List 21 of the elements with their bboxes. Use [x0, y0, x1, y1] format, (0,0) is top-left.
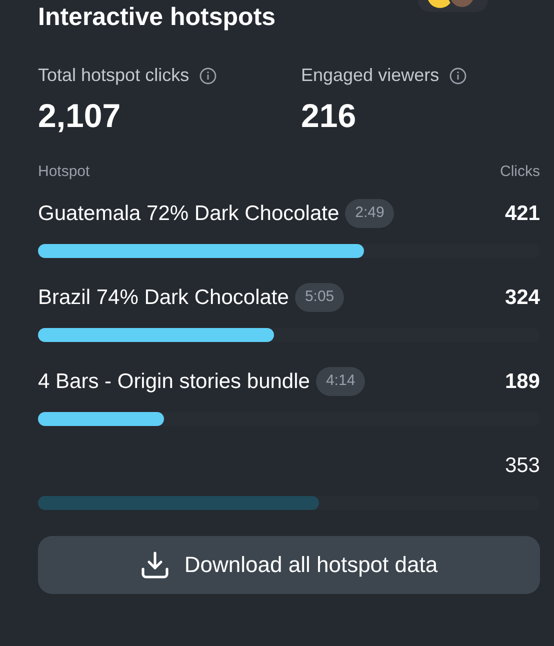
stat-value: 216 — [301, 97, 358, 135]
click-count: 189 — [504, 368, 540, 395]
card-title: Interactive hotspots — [38, 2, 276, 32]
click-count: 421 — [504, 200, 540, 227]
click-count: 324 — [504, 284, 540, 311]
timestamp-badge: 5:05 — [294, 283, 344, 312]
column-header: Hotspot — [38, 162, 90, 182]
column-header: Clicks — [500, 162, 540, 182]
click-count: 353 — [504, 452, 540, 479]
download-button[interactable]: Download all hotspot data — [38, 536, 540, 594]
hotspot-name: Brazil 74% Dark Chocolate — [38, 284, 289, 311]
info-icon[interactable] — [199, 66, 218, 84]
hotspot-name: 4 Bars - Origin stories bundle — [38, 368, 310, 395]
hotspot-name: Guatemala 72% Dark Chocolate — [38, 200, 340, 227]
stat-label: Engaged viewers — [301, 64, 440, 87]
download-icon — [140, 550, 170, 578]
timestamp-badge: 4:14 — [316, 367, 366, 396]
timestamp-badge: 2:49 — [345, 199, 394, 228]
info-icon[interactable] — [449, 66, 468, 84]
stat-value: 2,107 — [38, 97, 122, 135]
stat-label: Total hotspot clicks — [38, 64, 190, 87]
